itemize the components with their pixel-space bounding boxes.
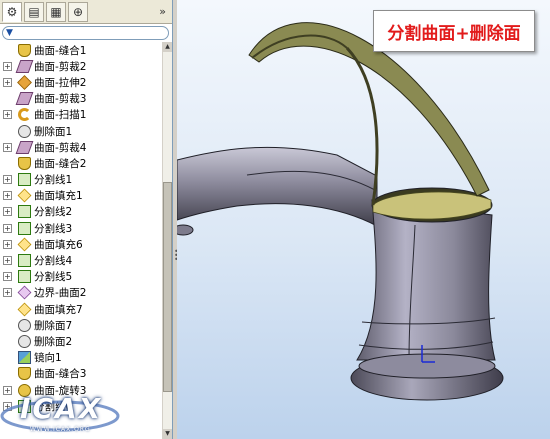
split-line-icon: [18, 254, 31, 268]
expand-node-icon[interactable]: +: [3, 239, 12, 249]
expand-node-icon[interactable]: +: [3, 191, 12, 201]
feature-tree-item[interactable]: + 分割线4: [0, 252, 162, 268]
scroll-down-icon[interactable]: ▼: [163, 429, 172, 439]
filter-icon: ▼: [6, 28, 13, 38]
feature-tree-item[interactable]: 曲面-缝合1: [0, 42, 162, 58]
feature-tree-item-label: 删除面7: [34, 319, 73, 332]
delete-face-icon: [18, 318, 31, 332]
faucet-body: [356, 199, 496, 361]
feature-tree-item-label: 删除面1: [34, 125, 73, 138]
feature-tree-item[interactable]: + 曲面填充6: [0, 236, 162, 252]
feature-manager-tab-icon[interactable]: ⚙: [2, 1, 22, 22]
trim-surface-icon: [15, 59, 34, 73]
expand-node-icon[interactable]: +: [3, 223, 12, 233]
spout-surface: [177, 146, 378, 227]
feature-tree-item[interactable]: + 曲面-剪裁2: [0, 58, 162, 74]
split-line-icon: [18, 205, 31, 219]
expand-node-icon[interactable]: +: [3, 61, 12, 71]
feature-tree-item-label: 曲面-剪裁2: [34, 60, 87, 73]
feature-tree-item-label: 曲面-缝合1: [34, 44, 87, 57]
feature-tree-item-label: 分割线1: [34, 174, 73, 187]
faucet-model: [177, 22, 504, 401]
feature-tree-item[interactable]: + 曲面-剪裁4: [0, 139, 162, 155]
feature-tree-item-label: 边界-曲面2: [34, 287, 87, 300]
dimxpert-tab-icon[interactable]: ⊕: [68, 1, 88, 22]
expand-panel-button[interactable]: »: [159, 5, 166, 18]
feature-tree-item-label: 曲面-拉伸2: [34, 76, 87, 89]
feature-tree-item-label: 分割线2: [34, 206, 73, 219]
tree-scrollbar[interactable]: ▲ ▼: [162, 42, 172, 439]
feature-tree-item-label: 曲面-剪裁4: [34, 141, 87, 154]
sweep-surface-icon: [18, 108, 31, 122]
property-manager-tab-icon[interactable]: ▤: [24, 1, 44, 22]
feature-tree-item[interactable]: 删除面7: [0, 317, 162, 333]
boundary-surface-icon: [17, 286, 32, 300]
manager-tabs: ⚙ ▤ ▦ ⊕ »: [0, 0, 172, 24]
knit-surface-icon: [18, 156, 31, 170]
feature-tree-item-label: 删除面2: [34, 335, 73, 348]
fill-surface-icon: [17, 302, 32, 316]
feature-tree-item-label: 镜向1: [34, 352, 62, 365]
feature-tree-item[interactable]: 曲面-缝合3: [0, 366, 162, 382]
fill-surface-icon: [17, 188, 32, 203]
solidworks-window: ⚙ ▤ ▦ ⊕ » ▼ 曲面-缝合1 + 曲面-剪裁2 + 曲面-拉伸2 曲面-剪裁3 + 曲…: [0, 0, 550, 439]
graphics-area[interactable]: 分割曲面+删除面: [177, 0, 550, 439]
feature-tree-item-label: 曲面-扫描1: [34, 109, 87, 122]
extrude-surface-icon: [17, 75, 32, 90]
feature-tree-item[interactable]: 曲面-缝合2: [0, 155, 162, 171]
feature-tree-item-label: 分割线5: [34, 271, 73, 284]
watermark-site-text: WWW.ICAX.ORG: [30, 426, 91, 433]
feature-tree-item-label: 曲面填充7: [34, 303, 83, 316]
feature-tree-item-label: 分割线4: [34, 255, 73, 268]
feature-tree-item[interactable]: + 分割线1: [0, 172, 162, 188]
split-line-icon: [18, 270, 31, 284]
expand-node-icon[interactable]: +: [3, 288, 12, 298]
feature-tree-item-label: 曲面-缝合3: [34, 368, 87, 381]
knit-surface-icon: [18, 367, 31, 381]
split-line-icon: [18, 173, 31, 187]
feature-tree-item-label: 曲面-剪裁3: [34, 93, 87, 106]
feature-tree-item[interactable]: 删除面1: [0, 123, 162, 139]
feature-tree-item[interactable]: + 分割线3: [0, 220, 162, 236]
fill-surface-icon: [17, 237, 32, 252]
feature-tree-item[interactable]: 镜向1: [0, 350, 162, 366]
expand-node-icon[interactable]: +: [3, 175, 12, 185]
feature-tree-item[interactable]: + 边界-曲面2: [0, 285, 162, 301]
feature-tree-item-label: 曲面填充6: [34, 238, 83, 251]
feature-tree-item[interactable]: 曲面-剪裁3: [0, 91, 162, 107]
feature-tree-item[interactable]: 曲面填充7: [0, 301, 162, 317]
expand-node-icon[interactable]: +: [3, 272, 12, 282]
knit-surface-icon: [18, 43, 31, 57]
feature-tree-item[interactable]: + 分割线5: [0, 269, 162, 285]
feature-tree-item[interactable]: + 分割线2: [0, 204, 162, 220]
expand-node-icon[interactable]: +: [3, 207, 12, 217]
scroll-up-icon[interactable]: ▲: [163, 42, 172, 52]
annotation-callout: 分割曲面+删除面: [373, 10, 535, 52]
feature-manager-panel: ⚙ ▤ ▦ ⊕ » ▼ 曲面-缝合1 + 曲面-剪裁2 + 曲面-拉伸2 曲面-剪裁3 + 曲…: [0, 0, 173, 439]
mirror-icon: [18, 351, 31, 365]
expand-node-icon[interactable]: +: [3, 256, 12, 266]
expand-node-icon[interactable]: +: [3, 77, 12, 87]
expand-node-icon[interactable]: +: [3, 110, 12, 120]
delete-face-icon: [18, 124, 31, 138]
feature-tree-item[interactable]: + 曲面填充1: [0, 188, 162, 204]
feature-tree-item-label: 曲面-缝合2: [34, 157, 87, 170]
configuration-manager-tab-icon[interactable]: ▦: [46, 1, 66, 22]
split-line-icon: [18, 221, 31, 235]
scrollbar-thumb[interactable]: [163, 182, 172, 392]
feature-filter-input[interactable]: ▼: [2, 26, 169, 40]
delete-face-icon: [18, 334, 31, 348]
feature-tree-item-label: 曲面填充1: [34, 190, 83, 203]
expand-node-icon[interactable]: +: [3, 142, 12, 152]
feature-tree-item[interactable]: + 曲面-扫描1: [0, 107, 162, 123]
feature-tree: 曲面-缝合1 + 曲面-剪裁2 + 曲面-拉伸2 曲面-剪裁3 + 曲面-扫描1 删除面1 + 曲面…: [0, 42, 162, 439]
feature-tree-item[interactable]: + 曲面-拉伸2: [0, 74, 162, 90]
feature-tree-item[interactable]: 删除面2: [0, 333, 162, 349]
watermark-logo-text: ICAX: [20, 392, 103, 425]
spout-tip: [177, 224, 194, 236]
trim-surface-icon: [15, 92, 34, 106]
trim-surface-icon: [15, 140, 34, 154]
feature-tree-item-label: 分割线3: [34, 222, 73, 235]
